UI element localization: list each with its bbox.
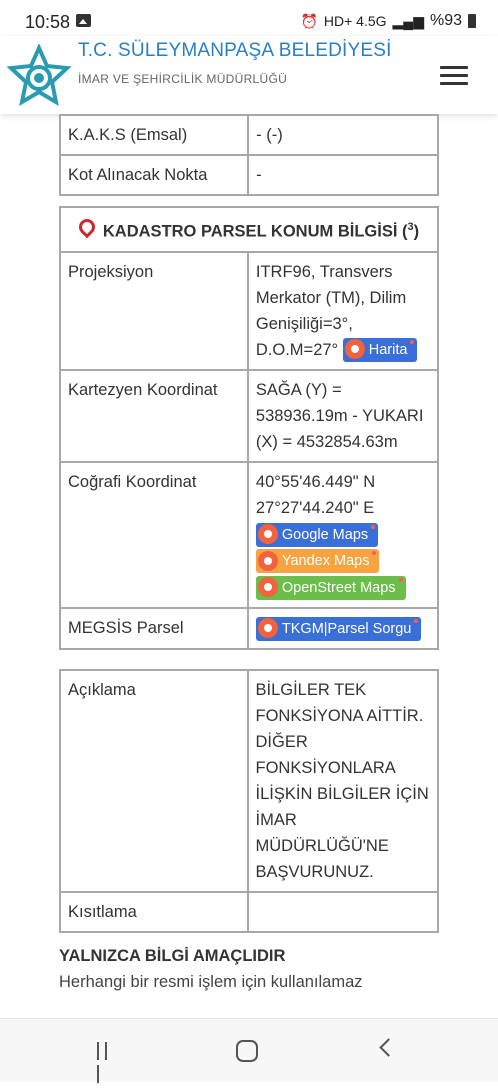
status-right: ⏰ HD+ 4.5G ▂▄▆ %93	[300, 12, 476, 30]
megsis-value-cell: TKGM|Parsel Sorgu	[246, 607, 440, 650]
harita-button[interactable]: Harita	[342, 338, 418, 363]
section-heading-text: KADASTRO PARSEL KONUM BİLGİSİ (	[102, 222, 408, 241]
back-icon[interactable]	[379, 1038, 398, 1057]
cadastre-location-table: KADASTRO PARSEL KONUM BİLGİSİ (3) Projek…	[59, 206, 440, 650]
megsis-label: MEGSİS Parsel	[59, 607, 249, 650]
notes-table: Açıklama BİLGİLER TEK FONKSİYONA AİTTİR.…	[59, 669, 439, 933]
notification-dot	[372, 551, 377, 556]
app-header: T.C. SÜLEYMANPAŞA BELEDİYESİ İMAR VE ŞEH…	[0, 36, 498, 114]
section-heading: KADASTRO PARSEL KONUM BİLGİSİ (3)	[59, 206, 439, 253]
globe-icon	[259, 619, 276, 636]
department-subtitle: İMAR VE ŞEHİRCİLİK MÜDÜRLÜĞÜ	[78, 72, 288, 86]
organization-title[interactable]: T.C. SÜLEYMANPAŞA BELEDİYESİ	[78, 40, 392, 62]
home-icon[interactable]	[236, 1040, 258, 1062]
globe-icon	[346, 341, 363, 358]
gallery-notification-icon	[76, 14, 91, 27]
table-row: MEGSİS Parsel TKGM|Parsel Sorgu	[59, 607, 440, 650]
table-row: K.A.K.S (Emsal) - (-)	[58, 114, 439, 156]
cartesian-value: SAĞA (Y) = 538936.19m - YUKARI (X) = 453…	[246, 369, 440, 464]
projection-value-cell: ITRF96, Transvers Merkator (TM), Dilim G…	[246, 250, 440, 372]
hamburger-menu-icon[interactable]	[440, 66, 468, 86]
google-maps-button[interactable]: Google Maps	[255, 522, 379, 547]
notification-dot	[410, 340, 415, 345]
cartesian-label: Kartezyen Koordinat	[59, 369, 249, 464]
table-row: Kısıtlama	[59, 891, 439, 933]
section-header-row: KADASTRO PARSEL KONUM BİLGİSİ (3)	[59, 206, 439, 253]
kot-value: -	[247, 154, 439, 196]
globe-icon	[259, 579, 276, 596]
kaks-label: K.A.K.S (Emsal)	[58, 114, 250, 156]
globe-icon	[259, 552, 276, 569]
map-pin-icon	[75, 215, 99, 238]
signal-icon: ▂▄▆	[392, 12, 424, 29]
latitude-value: 40°55'46.449" N	[255, 473, 376, 492]
table-row: Coğrafi Koordinat 40°55'46.449" N 27°27'…	[59, 461, 440, 610]
notification-dot	[371, 524, 376, 529]
section-heading-end: )	[413, 222, 420, 241]
battery-level: %93	[429, 12, 462, 29]
table-row: Kot Alınacak Nokta -	[58, 154, 439, 196]
geographic-value-cell: 40°55'46.449" N 27°27'44.240" E Google M…	[246, 461, 440, 610]
kot-label: Kot Alınacak Nokta	[58, 154, 250, 196]
description-value: BİLGİLER TEK FONKSİYONA AİTTİR. DİĞER FO…	[246, 669, 439, 893]
harita-button-label: Harita	[368, 342, 408, 359]
zoning-info-table: K.A.K.S (Emsal) - (-) Kot Alınacak Nokta…	[58, 114, 439, 196]
notice-title: YALNIZCA BİLGİ AMAÇLIDIR	[59, 947, 286, 965]
google-maps-label: Google Maps	[281, 526, 369, 543]
description-label: Açıklama	[59, 669, 249, 893]
notification-dot	[398, 578, 403, 583]
network-indicator: HD+ 4.5G	[323, 13, 387, 29]
system-nav-bar	[0, 1018, 498, 1083]
tkgm-button-label: TKGM|Parsel Sorgu	[281, 620, 412, 637]
yandex-maps-button[interactable]: Yandex Maps	[255, 549, 380, 574]
status-time: 10:58	[25, 12, 71, 32]
recent-apps-icon[interactable]	[97, 1042, 119, 1083]
municipality-logo[interactable]	[6, 44, 72, 110]
globe-icon	[259, 525, 276, 542]
table-row: Açıklama BİLGİLER TEK FONKSİYONA AİTTİR.…	[59, 669, 439, 893]
table-row: Projeksiyon ITRF96, Transvers Merkator (…	[59, 250, 440, 372]
alarm-icon: ⏰	[300, 12, 318, 29]
openstreet-maps-button[interactable]: OpenStreet Maps	[255, 576, 406, 601]
longitude-value: 27°27'44.240" E	[255, 499, 375, 518]
restriction-value	[246, 891, 439, 933]
tkgm-parsel-sorgu-button[interactable]: TKGM|Parsel Sorgu	[255, 616, 422, 641]
yandex-maps-label: Yandex Maps	[281, 553, 370, 570]
table-row: Kartezyen Koordinat SAĞA (Y) = 538936.19…	[59, 369, 440, 464]
projection-label: Projeksiyon	[59, 250, 249, 372]
battery-icon	[468, 14, 476, 28]
kaks-value: - (-)	[247, 114, 439, 156]
geographic-label: Coğrafi Koordinat	[59, 461, 249, 610]
restriction-label: Kısıtlama	[59, 891, 249, 933]
notice-text: Herhangi bir resmi işlem için kullanılam…	[59, 973, 363, 991]
notification-dot	[414, 618, 419, 623]
openstreet-maps-label: OpenStreet Maps	[281, 580, 396, 597]
